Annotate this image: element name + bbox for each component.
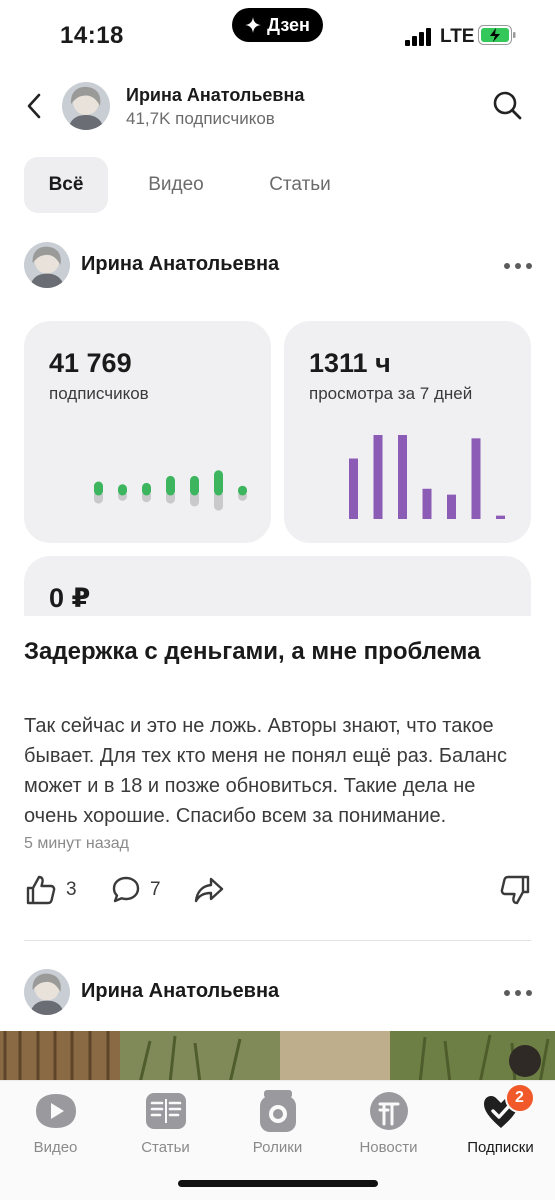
tab-articles[interactable]: Статьи — [244, 157, 356, 213]
post-time: 5 минут назад — [24, 835, 130, 852]
notification-badge: 2 — [504, 1083, 535, 1113]
news-icon — [369, 1092, 408, 1130]
post-author-name[interactable]: Ирина Анатольевна — [81, 253, 279, 276]
subscribers-bar-subscribed — [166, 475, 175, 496]
post-snippet[interactable]: Так сейчас и это не ложь. Авторы знают, … — [24, 711, 532, 831]
thumbs-down-icon — [500, 875, 530, 905]
nav-shorts[interactable]: Ролики — [225, 1089, 330, 1156]
subscribers-mini-chart — [94, 470, 247, 511]
signal-icon — [405, 28, 431, 46]
post-divider — [24, 940, 531, 941]
post-actions: 3 7 — [24, 870, 534, 910]
views-stat-value: 1311 ч — [309, 348, 391, 378]
dzen-pill[interactable]: Дзен — [232, 8, 323, 42]
video-icon — [35, 1094, 76, 1128]
nav-news-label: Новости — [359, 1139, 418, 1156]
views-bar — [447, 494, 456, 519]
subscribers-bar-subscribed — [190, 475, 199, 496]
avatar-image — [24, 969, 70, 1015]
views-mini-chart — [349, 435, 505, 519]
views-bar — [373, 435, 383, 519]
channel-name[interactable]: Ирина Анатольевна — [126, 85, 304, 106]
post-title[interactable]: Задержка с деньгами, а мне проблема — [24, 634, 524, 669]
nav-video[interactable]: Видео — [3, 1089, 108, 1156]
channel-header: Ирина Анатольевна 41,7K подписчиков — [0, 72, 555, 142]
more-icon[interactable] — [502, 981, 534, 1005]
subscribers-bar-subscribed — [238, 485, 247, 496]
search-icon — [493, 91, 522, 120]
subscribers-stat-value: 41 769 — [49, 348, 132, 378]
views-stat-card[interactable]: 1311 ч просмотра за 7 дней — [284, 321, 531, 543]
subscribers-bar-subscribed — [94, 481, 103, 496]
nav-articles[interactable]: Статьи — [113, 1089, 218, 1156]
home-indicator — [178, 1180, 378, 1187]
tab-video[interactable]: Видео — [108, 157, 244, 213]
nav-articles-label: Статьи — [141, 1139, 190, 1156]
status-bar: 14:18 Дзен LTE — [0, 0, 555, 70]
chevron-left-icon — [27, 93, 41, 119]
battery-icon — [478, 25, 516, 45]
share-icon — [194, 877, 224, 903]
comment-icon — [112, 876, 140, 903]
subscribers-bar-subscribed — [142, 482, 151, 496]
comment-button[interactable]: 7 — [110, 870, 161, 910]
post-author-name[interactable]: Ирина Анатольевна — [81, 980, 279, 1003]
articles-icon — [145, 1093, 186, 1129]
subscribers-stat-card[interactable]: 41 769 подписчиков — [24, 321, 271, 543]
comment-count: 7 — [150, 879, 161, 900]
channel-avatar[interactable] — [62, 82, 110, 130]
avatar-image — [62, 82, 110, 130]
more-icon[interactable] — [502, 254, 534, 278]
nav-subscriptions[interactable]: 2 Подписки — [448, 1083, 553, 1156]
share-button[interactable] — [192, 870, 226, 910]
post-photo — [0, 1031, 555, 1083]
views-bar — [349, 458, 358, 519]
subscribers-bar-subscribed — [214, 470, 223, 496]
subscribers-bar-subscribed — [118, 484, 127, 496]
dzen-label: Дзен — [267, 14, 310, 35]
network-type: LTE — [440, 26, 475, 47]
shorts-icon — [259, 1090, 296, 1132]
sparkle-icon — [245, 17, 262, 33]
views-bar — [496, 515, 505, 519]
post-header: Ирина Анатольевна — [24, 242, 534, 290]
tab-all[interactable]: Всё — [24, 157, 108, 213]
earnings-stat-card[interactable]: 0 ₽ — [24, 556, 531, 616]
nav-subscriptions-label: Подписки — [467, 1139, 534, 1156]
content-tabs: Всё Видео Статьи — [24, 157, 356, 213]
like-count: 3 — [66, 879, 77, 900]
like-button[interactable]: 3 — [24, 870, 77, 910]
views-bar — [398, 435, 407, 519]
views-bar — [422, 488, 432, 519]
post-author-avatar[interactable] — [24, 969, 70, 1015]
search-button[interactable] — [488, 86, 528, 126]
status-time: 14:18 — [60, 22, 124, 49]
views-bar — [471, 438, 481, 519]
post-author-avatar[interactable] — [24, 242, 70, 288]
subscriber-count: 41,7K подписчиков — [126, 109, 275, 128]
subscribers-stat-label: подписчиков — [49, 384, 149, 403]
avatar-image — [24, 242, 70, 288]
nav-news[interactable]: Новости — [336, 1089, 441, 1156]
post-header: Ирина Анатольевна — [24, 969, 534, 1017]
nav-shorts-label: Ролики — [252, 1139, 303, 1156]
back-button[interactable] — [16, 84, 52, 128]
dislike-button[interactable] — [498, 870, 532, 910]
post-image[interactable] — [0, 1031, 555, 1083]
views-stat-label: просмотра за 7 дней — [309, 384, 473, 403]
earnings-stat-value: 0 ₽ — [49, 583, 91, 613]
nav-video-label: Видео — [33, 1139, 78, 1156]
thumbs-up-icon — [26, 875, 56, 905]
